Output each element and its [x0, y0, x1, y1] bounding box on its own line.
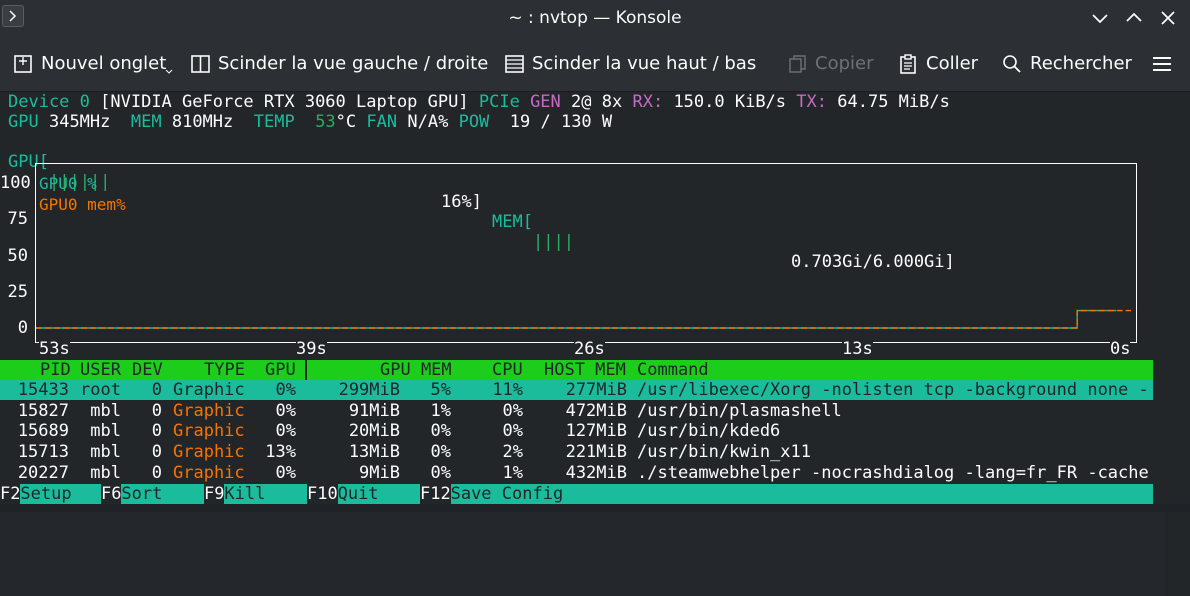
- process-gpu: 0%: [275, 421, 296, 442]
- fkey-f9: F9: [204, 484, 225, 504]
- column-header[interactable]: TYPE: [204, 360, 245, 380]
- process-gpu: 0%: [275, 400, 296, 421]
- process-hostmem: 127MiB: [565, 421, 627, 442]
- process-hostmem: 221MiB: [565, 442, 627, 463]
- column-header[interactable]: DEV: [132, 360, 163, 380]
- process-row[interactable]: 15689 mbl 0 Graphic 0% 20MiB 0% 0% 127MiB/usr/bi…: [0, 421, 1153, 441]
- process-cmd: /usr/bin/kded6: [637, 421, 781, 442]
- process-type: Graphic: [173, 421, 245, 442]
- process-gpumempct: 0%: [430, 421, 451, 442]
- process-gpumempct: 1%: [430, 400, 451, 421]
- process-cpu: 0%: [502, 400, 523, 421]
- process-cpu: 2%: [502, 442, 523, 463]
- process-gpumempct: 5%: [430, 380, 451, 400]
- process-gpumem: 20MiB: [348, 421, 400, 442]
- column-header[interactable]: HOST MEM: [544, 360, 626, 380]
- process-user: mbl: [90, 442, 121, 463]
- fkey-action-save-config[interactable]: Save Config: [450, 484, 1153, 504]
- process-user: mbl: [90, 400, 121, 421]
- process-pid: 15433: [17, 380, 69, 400]
- process-gpumem: 9MiB: [359, 462, 400, 483]
- column-header[interactable]: Command: [637, 360, 709, 380]
- process-hostmem: 277MiB: [565, 380, 627, 400]
- process-pid: 15689: [17, 421, 69, 442]
- fkey-action-sort[interactable]: Sort: [121, 484, 204, 504]
- process-gpumempct: 0%: [430, 462, 451, 483]
- process-row[interactable]: 15713 mbl 0 Graphic 13% 13MiB 0% 2% 221MiB/usr/b…: [0, 442, 1153, 462]
- process-pid: 15713: [17, 442, 69, 463]
- process-cpu: 1%: [502, 462, 523, 483]
- process-gpu: 0%: [275, 462, 296, 483]
- process-gpu: 0%: [275, 380, 296, 400]
- process-user: root: [80, 380, 121, 400]
- fkey-action-kill[interactable]: Kill: [224, 484, 307, 504]
- fkey-f6: F6: [101, 484, 122, 504]
- function-key-bar: F2 Setup F6 Sort F9 Kill F10 Quit F12 Save Config: [0, 484, 1153, 504]
- fkey-action-quit[interactable]: Quit: [337, 484, 420, 504]
- process-user: mbl: [90, 462, 121, 483]
- process-hostmem: 472MiB: [565, 400, 627, 421]
- process-row[interactable]: 20227 mbl 0 Graphic 0% 9MiB 0% 1% 432MiB ./steamw…: [0, 463, 1153, 483]
- process-hostmem: 432MiB: [565, 462, 627, 483]
- background-strip: [0, 504, 1190, 512]
- process-dev: 0: [151, 421, 162, 442]
- process-header-row: PID USER DEV TYPE GPU GPU MEM CPU HOST MEM Comma…: [0, 360, 1153, 380]
- column-header[interactable]: CPU: [492, 360, 523, 380]
- process-cmd: /usr/libexec/Xorg -nolisten tcp -backgro…: [637, 380, 1149, 400]
- process-dev: 0: [151, 380, 162, 400]
- process-cpu: 11%: [492, 380, 523, 400]
- process-gpumem: 299MiB: [338, 380, 400, 400]
- process-type: Graphic: [173, 400, 245, 421]
- process-cmd: /usr/bin/plasmashell: [637, 400, 842, 421]
- process-dev: 0: [151, 462, 162, 483]
- fkey-f12: F12: [420, 484, 451, 504]
- fkey-f2: F2: [0, 484, 21, 504]
- process-dev: 0: [151, 442, 162, 463]
- process-cmd: /usr/bin/kwin_x11: [637, 442, 811, 463]
- process-row[interactable]: 15433 root 0 Graphic 0% 299MiB 5% 11% 277MiB/usr…: [0, 380, 1153, 400]
- process-cmd: ./steamwebhelper -nocrashdialog -lang=fr…: [637, 462, 1149, 483]
- column-header[interactable]: PID: [40, 360, 71, 380]
- process-cpu: 0%: [502, 421, 523, 442]
- process-gpu: 13%: [265, 442, 296, 463]
- process-gpumem: 91MiB: [348, 400, 400, 421]
- process-pid: 15827: [17, 400, 69, 421]
- process-type: Graphic: [173, 442, 245, 463]
- process-type: Graphic: [173, 462, 245, 483]
- series-line-gpu-usage: [36, 309, 1116, 329]
- process-type: Graphic: [173, 380, 245, 400]
- column-header[interactable]: GPU MEM: [380, 360, 452, 380]
- process-gpumem: 13MiB: [348, 442, 400, 463]
- series-line-gpu-mem: [36, 309, 1131, 329]
- process-gpumempct: 0%: [430, 442, 451, 463]
- column-header[interactable]: USER: [80, 360, 121, 380]
- fkey-action-setup[interactable]: Setup: [20, 484, 101, 504]
- fkey-f10: F10: [307, 484, 338, 504]
- process-pid: 20227: [17, 462, 69, 483]
- process-dev: 0: [151, 400, 162, 421]
- process-user: mbl: [90, 421, 121, 442]
- column-header[interactable]: GPU: [265, 360, 296, 380]
- process-row[interactable]: 15827 mbl 0 Graphic 0% 91MiB 1% 0% 472MiB/usr/bi…: [0, 401, 1153, 421]
